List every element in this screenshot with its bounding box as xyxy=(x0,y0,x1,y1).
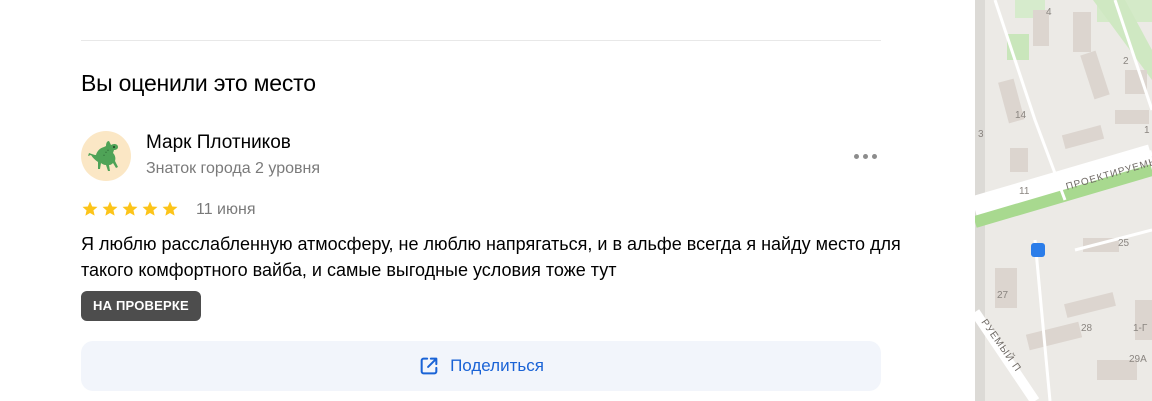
review-text: Я люблю расслабленную атмосферу, не любл… xyxy=(81,234,901,280)
share-label: Поделиться xyxy=(450,356,544,375)
share-button[interactable]: Поделиться xyxy=(81,341,881,391)
dinosaur-icon xyxy=(88,141,118,171)
star-icon xyxy=(162,201,178,216)
star-icon xyxy=(142,201,158,216)
share-icon xyxy=(420,357,438,375)
star-icon xyxy=(102,201,118,216)
star-icon xyxy=(82,201,98,216)
author-level: Знаток города 2 уровня xyxy=(146,160,321,177)
divider xyxy=(81,40,881,41)
map-house-number: 1 xyxy=(1144,125,1150,136)
rating-stars xyxy=(81,200,179,218)
avatar[interactable] xyxy=(81,131,131,181)
author-name[interactable]: Марк Плотников xyxy=(146,132,291,154)
map-house-number: 29А xyxy=(1129,354,1147,365)
star-icon xyxy=(122,201,138,216)
map-house-number: 1-Г xyxy=(1133,323,1148,334)
place-review-panel: Вы оценили это место Марк Плотников Знат… xyxy=(0,0,975,401)
map-house-number: 2 xyxy=(1123,56,1129,67)
map-house-number: 28 xyxy=(1081,323,1093,334)
map-house-number: 27 xyxy=(997,290,1009,301)
map-view[interactable]: 4 2 14 3 1 11 25 27 28 1-Г 29А ПРОЕКТИРУ… xyxy=(975,0,1152,401)
map-house-number: 3 xyxy=(978,129,984,140)
section-title: Вы оценили это место xyxy=(81,70,316,96)
status-badge: НА ПРОВЕРКЕ xyxy=(81,291,201,321)
review-date: 11 июня xyxy=(196,201,256,218)
map-house-number: 11 xyxy=(1019,186,1030,197)
map-house-number: 25 xyxy=(1118,238,1130,249)
more-dots-icon xyxy=(853,153,859,159)
map-house-number: 14 xyxy=(1015,110,1027,121)
map-house-number: 4 xyxy=(1046,7,1052,18)
more-options-button[interactable] xyxy=(848,144,882,168)
